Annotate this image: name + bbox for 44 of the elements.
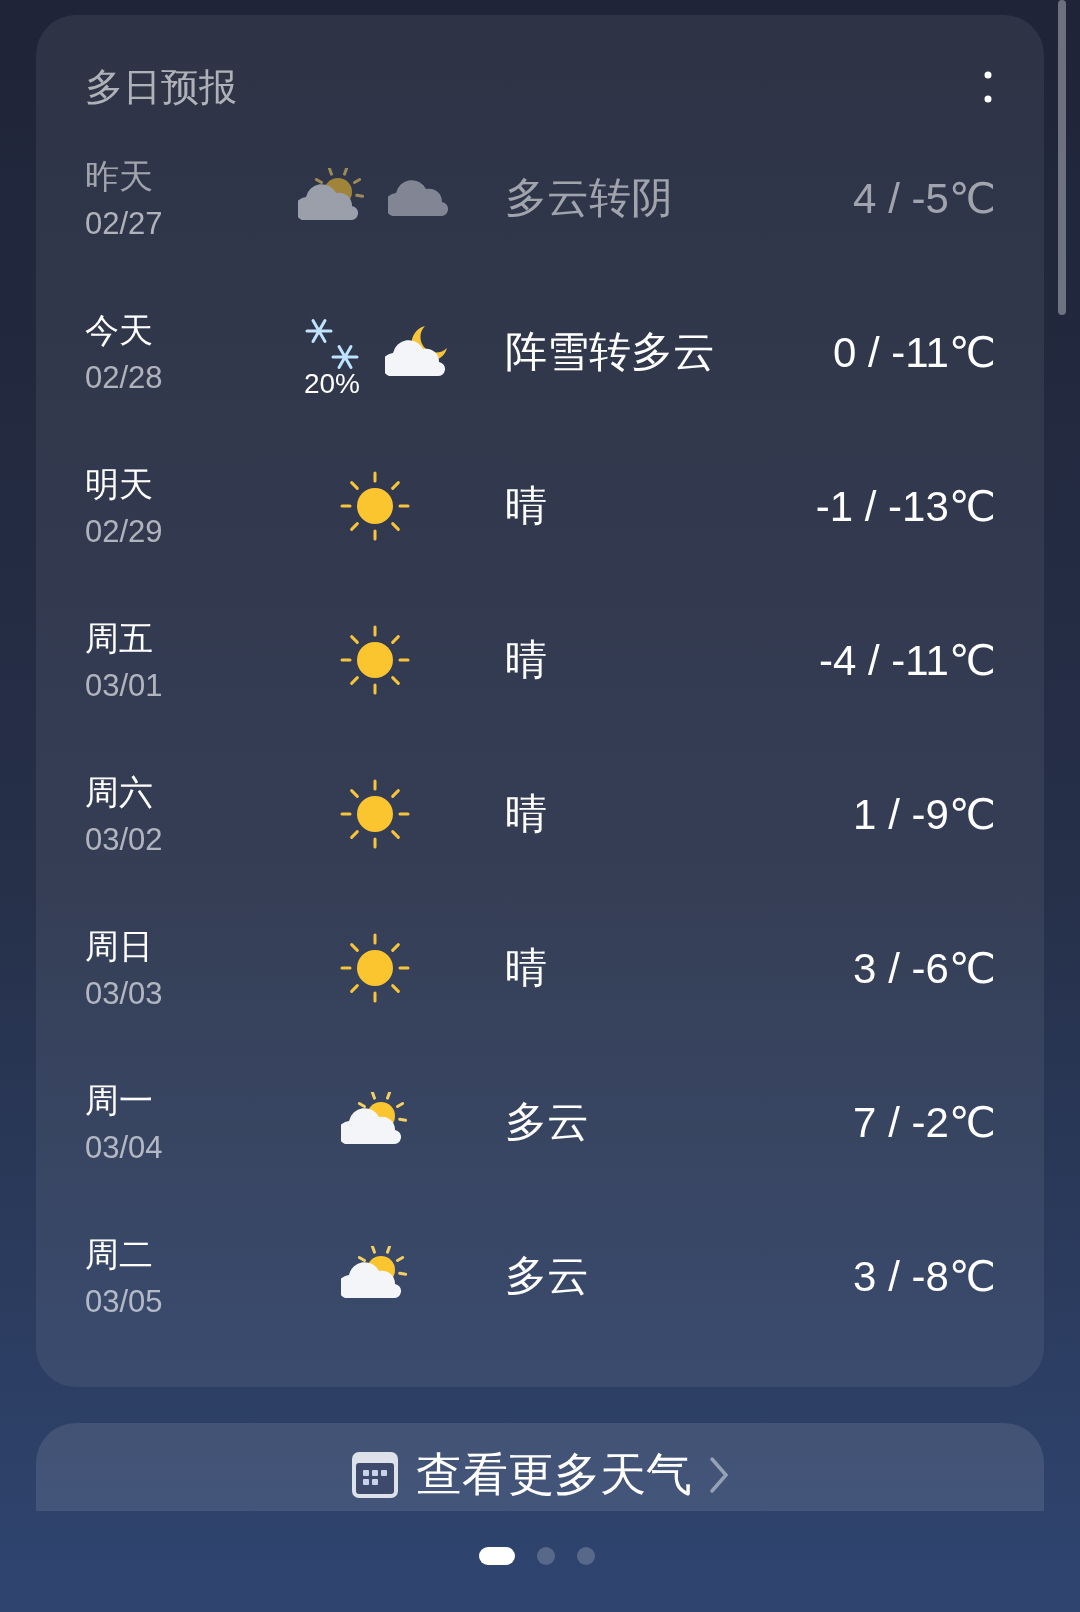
card-title: 多日预报 <box>85 64 237 110</box>
more-weather-button[interactable]: 查看更多天气 <box>36 1423 1044 1511</box>
day-label: 今天 <box>85 310 154 351</box>
date-label: 02/28 <box>85 360 164 396</box>
weather-condition: 晴 <box>504 789 548 839</box>
weather-condition: 晴 <box>504 943 548 993</box>
day-label: 昨天 <box>85 156 154 197</box>
chevron-right-icon <box>708 1455 730 1495</box>
sun-icon <box>340 933 410 1003</box>
page-indicator-dot[interactable] <box>537 1547 555 1565</box>
date-label: 03/03 <box>85 976 164 1012</box>
weather-condition: 晴 <box>504 481 548 531</box>
date-label: 02/27 <box>85 206 164 242</box>
calendar-icon <box>350 1450 400 1500</box>
sun-icon <box>340 625 410 695</box>
precipitation-chance: 20% <box>303 368 360 400</box>
day-label: 周一 <box>85 1080 154 1121</box>
temperature-range: 3 / -6℃ <box>853 943 996 993</box>
weather-condition: 晴 <box>504 635 548 685</box>
weather-condition: 阵雪转多云 <box>504 327 716 377</box>
day-label: 周五 <box>85 618 154 659</box>
page-indicator-dot[interactable] <box>577 1547 595 1565</box>
temperature-range: 1 / -9℃ <box>853 789 996 839</box>
weather-condition: 多云转阴 <box>504 173 674 223</box>
date-label: 03/05 <box>85 1284 164 1320</box>
temperature-range: -4 / -11℃ <box>818 635 996 685</box>
temperature-range: -1 / -13℃ <box>815 481 996 531</box>
day-label: 周日 <box>85 926 154 967</box>
sun-icon <box>340 779 410 849</box>
weather-condition: 多云 <box>504 1097 590 1147</box>
weather-condition: 多云 <box>504 1251 590 1301</box>
day-label: 明天 <box>85 464 154 505</box>
date-label: 03/04 <box>85 1130 164 1166</box>
scrollbar[interactable] <box>1058 0 1066 315</box>
date-label: 02/29 <box>85 514 164 550</box>
date-label: 03/02 <box>85 822 164 858</box>
temperature-range: 7 / -2℃ <box>853 1097 996 1147</box>
day-label: 周六 <box>85 772 154 813</box>
temperature-range: 0 / -11℃ <box>832 327 996 377</box>
day-label: 周二 <box>85 1234 154 1275</box>
date-label: 03/01 <box>85 668 164 704</box>
sun-icon <box>340 471 410 541</box>
temperature-range: 3 / -8℃ <box>853 1251 996 1301</box>
temperature-range: 4 / -5℃ <box>853 173 996 223</box>
